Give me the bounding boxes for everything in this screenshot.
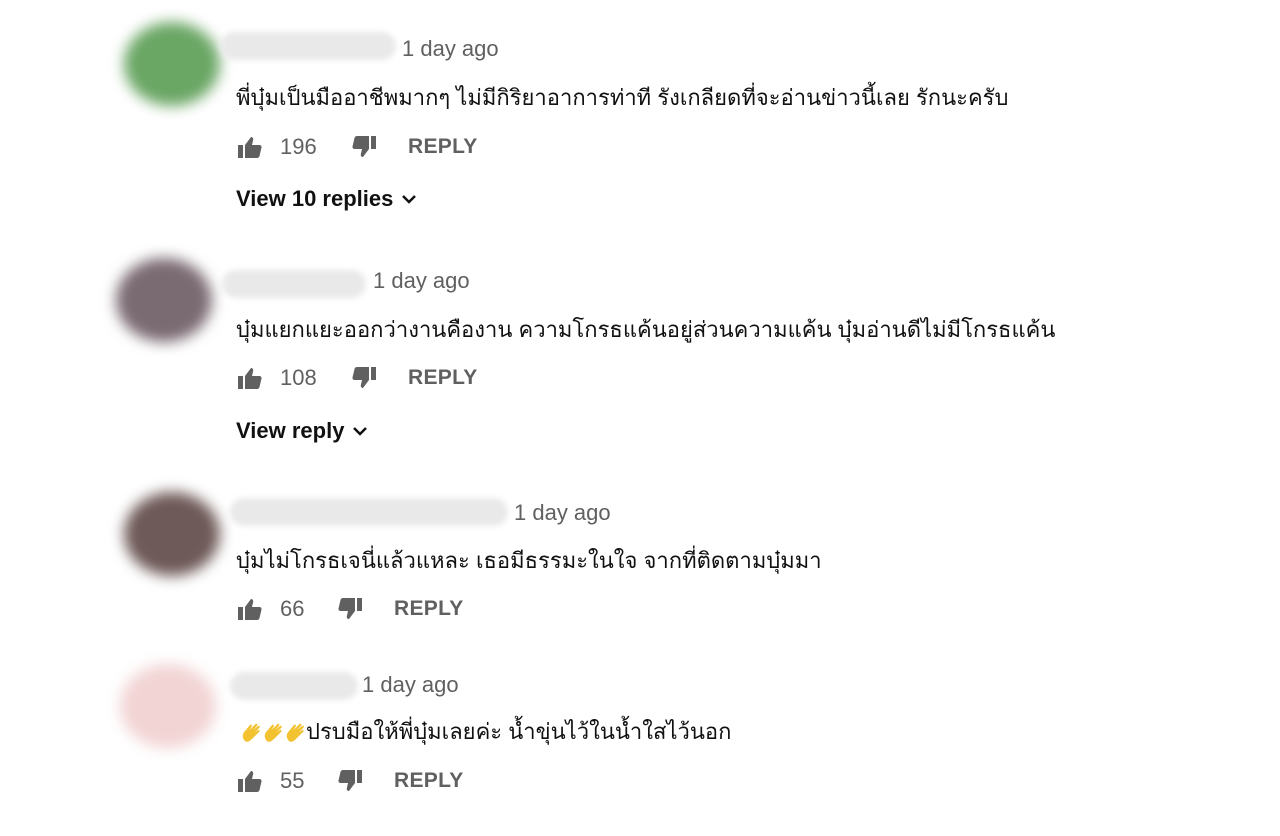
author-name[interactable] xyxy=(220,32,396,60)
comment-timestamp[interactable]: 1 day ago xyxy=(402,36,499,62)
comment-timestamp[interactable]: 1 day ago xyxy=(514,500,611,526)
like-count: 196 xyxy=(280,134,317,159)
thumbs-up-icon[interactable] xyxy=(236,365,264,391)
thumbs-down-icon[interactable] xyxy=(350,134,378,160)
comment-actions: 196 REPLY xyxy=(236,130,478,164)
view-replies-button[interactable]: View 10 replies xyxy=(236,186,417,212)
avatar[interactable] xyxy=(124,492,220,576)
clapping-hands-icon xyxy=(240,721,306,745)
view-replies-label: View 10 replies xyxy=(236,186,394,211)
comment-actions: 66 REPLY xyxy=(236,592,464,626)
comment-actions: 108 REPLY xyxy=(236,361,478,395)
comment-actions: 55 REPLY xyxy=(236,764,464,798)
thumbs-up-icon[interactable] xyxy=(236,768,264,794)
comment-text: บุ๋มแยกแยะออกว่างานคืองาน ความโกรธแค้นอย… xyxy=(236,317,1056,342)
reply-button[interactable]: REPLY xyxy=(394,769,464,793)
avatar[interactable] xyxy=(124,22,220,106)
author-name[interactable] xyxy=(222,270,366,298)
like-count: 66 xyxy=(280,596,305,621)
comment-text: ปรบมือให้พี่บุ๋มเลยค่ะ น้ำขุ่นไว้ในน้ำใส… xyxy=(240,714,731,749)
view-replies-button[interactable]: View reply xyxy=(236,418,368,444)
author-name[interactable] xyxy=(230,672,358,700)
comment-timestamp[interactable]: 1 day ago xyxy=(373,268,470,294)
thumbs-up-icon[interactable] xyxy=(236,596,264,622)
like-count: 55 xyxy=(280,768,305,793)
thumbs-down-icon[interactable] xyxy=(336,596,364,622)
chevron-down-icon xyxy=(401,193,417,205)
view-replies-label: View reply xyxy=(236,418,345,443)
reply-button[interactable]: REPLY xyxy=(394,597,464,621)
comment-timestamp[interactable]: 1 day ago xyxy=(362,672,459,698)
thumbs-down-icon[interactable] xyxy=(336,768,364,794)
thumbs-up-icon[interactable] xyxy=(236,134,264,160)
avatar[interactable] xyxy=(120,664,216,748)
chevron-down-icon xyxy=(352,425,368,437)
avatar[interactable] xyxy=(116,258,212,342)
author-name[interactable] xyxy=(230,498,508,526)
reply-button[interactable]: REPLY xyxy=(408,135,478,159)
reply-button[interactable]: REPLY xyxy=(408,366,478,390)
thumbs-down-icon[interactable] xyxy=(350,365,378,391)
comment-text: บุ๋มไม่โกรธเจนี่แล้วแหละ เธอมีธรรมะในใจ … xyxy=(236,548,822,573)
comment-text: พี่บุ๋มเป็นมืออาชีพมากๆ ไม่มีกิริยาอาการ… xyxy=(236,85,1009,110)
comment-text-body: ปรบมือให้พี่บุ๋มเลยค่ะ น้ำขุ่นไว้ในน้ำใส… xyxy=(306,719,732,744)
like-count: 108 xyxy=(280,365,317,390)
